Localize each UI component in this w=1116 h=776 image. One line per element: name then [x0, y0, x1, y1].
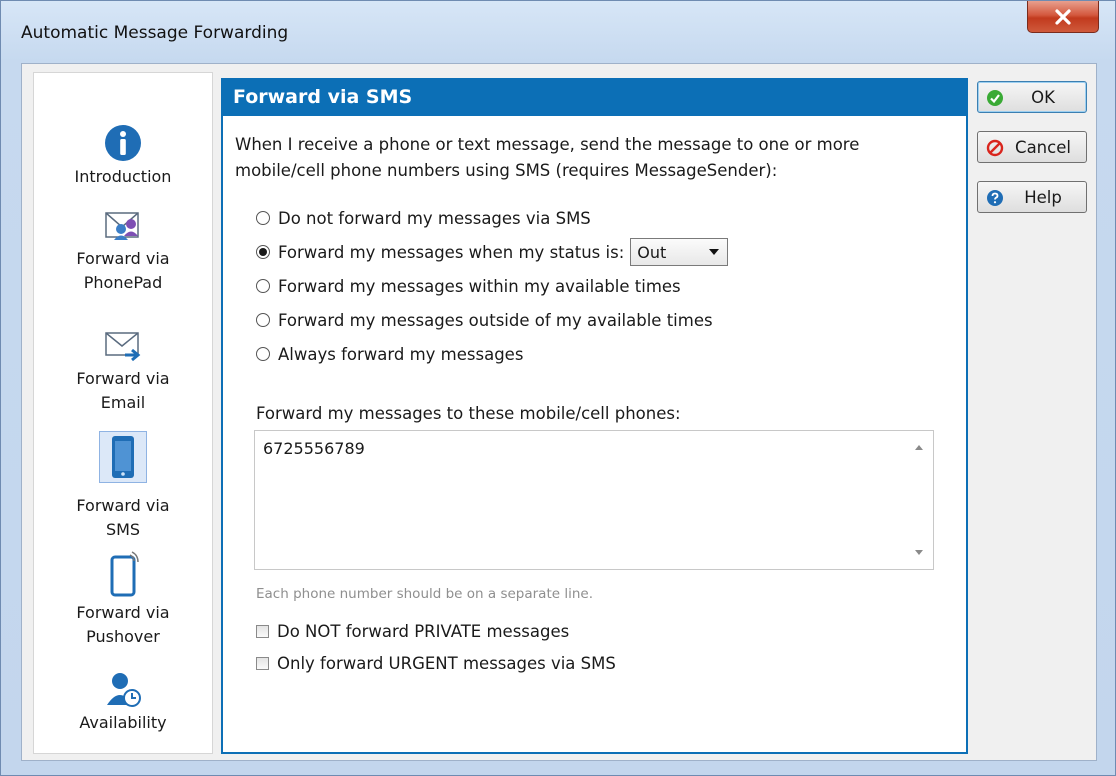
sidebar-item-label: Email — [100, 393, 146, 412]
radio-always-forward[interactable]: Always forward my messages — [256, 340, 523, 368]
radio-within-available[interactable]: Forward my messages within my available … — [256, 272, 681, 300]
sms-settings-panel: Forward via SMS When I receive a phone o… — [221, 78, 968, 754]
sidebar-item-label: PhonePad — [83, 273, 163, 292]
sidebar-item-label: Forward via — [76, 603, 170, 622]
chevron-down-icon — [709, 249, 720, 255]
intro-line: When I receive a phone or text message, … — [235, 135, 860, 154]
intro-line: mobile/cell phone numbers using SMS (req… — [235, 161, 778, 180]
panel-title: Forward via SMS — [221, 78, 968, 116]
sidebar-item-label: Availability — [79, 713, 167, 732]
radio-label: Forward my messages within my available … — [278, 276, 681, 296]
sidebar-item-availability[interactable]: Availability — [34, 669, 212, 735]
radio-button[interactable] — [256, 211, 270, 225]
radio-button[interactable] — [256, 313, 270, 327]
close-button[interactable] — [1027, 1, 1099, 33]
phonepad-icon — [105, 212, 139, 240]
scroll-up-icon[interactable] — [915, 445, 923, 450]
radio-outside-available[interactable]: Forward my messages outside of my availa… — [256, 306, 713, 334]
radio-button-checked[interactable] — [256, 245, 270, 259]
radio-label: Forward my messages when my status is: — [278, 242, 625, 262]
sidebar-item-phonepad[interactable]: Forward via PhonePad — [34, 209, 212, 295]
availability-icon — [107, 673, 141, 707]
phones-textarea[interactable]: 6725556789 — [254, 430, 934, 570]
dialog-client-area: Introduction Forward via PhonePad Forwar… — [21, 63, 1097, 761]
ok-label: OK — [1031, 87, 1055, 107]
close-icon — [1055, 8, 1071, 25]
selected-item-highlight — [99, 431, 147, 483]
sidebar-item-pushover[interactable]: Forward via Pushover — [34, 551, 212, 649]
sidebar-item-label: SMS — [105, 520, 141, 539]
sidebar-item-email[interactable]: Forward via Email — [34, 329, 212, 415]
phones-hint: Each phone number should be on a separat… — [256, 586, 593, 602]
sidebar: Introduction Forward via PhonePad Forwar… — [33, 72, 213, 754]
checkbox-label: Do NOT forward PRIVATE messages — [277, 621, 570, 641]
dialog-window: Automatic Message Forwarding Introductio… — [0, 0, 1116, 776]
cancel-button[interactable]: Cancel — [977, 131, 1087, 163]
email-icon — [105, 332, 141, 362]
mobile-phone-icon — [112, 436, 134, 478]
sidebar-item-label: Forward via — [76, 496, 170, 515]
checkbox-label: Only forward URGENT messages via SMS — [277, 653, 616, 673]
scroll-down-icon[interactable] — [915, 550, 923, 555]
phones-value: 6725556789 — [263, 439, 365, 458]
info-icon — [105, 125, 141, 161]
status-select-value: Out — [637, 242, 667, 262]
radio-label: Do not forward my messages via SMS — [278, 208, 591, 228]
radio-button[interactable] — [256, 347, 270, 361]
checkbox-no-private[interactable]: Do NOT forward PRIVATE messages — [256, 618, 569, 644]
help-button[interactable]: Help — [977, 181, 1087, 213]
radio-button[interactable] — [256, 279, 270, 293]
radio-label: Forward my messages outside of my availa… — [278, 310, 713, 330]
checkbox-only-urgent[interactable]: Only forward URGENT messages via SMS — [256, 650, 616, 676]
radio-forward-when-status[interactable]: Forward my messages when my status is: O… — [256, 238, 729, 266]
phones-label: Forward my messages to these mobile/cell… — [256, 404, 681, 423]
sidebar-item-introduction[interactable]: Introduction — [34, 123, 212, 189]
ok-button[interactable]: OK — [977, 81, 1087, 113]
title-bar: Automatic Message Forwarding — [1, 1, 1115, 63]
sidebar-item-label: Introduction — [74, 167, 172, 186]
pushover-icon — [110, 551, 139, 597]
status-select[interactable]: Out — [630, 238, 729, 266]
sidebar-item-label: Forward via — [76, 369, 170, 388]
help-label: Help — [1024, 187, 1062, 207]
checkbox[interactable] — [256, 624, 269, 638]
checkbox[interactable] — [256, 656, 269, 670]
radio-do-not-forward[interactable]: Do not forward my messages via SMS — [256, 204, 591, 232]
sidebar-item-label: Pushover — [86, 627, 160, 646]
intro-text: When I receive a phone or text message, … — [235, 132, 935, 184]
radio-label: Always forward my messages — [278, 344, 524, 364]
window-title: Automatic Message Forwarding — [21, 23, 289, 43]
sidebar-item-sms[interactable]: Forward via SMS — [34, 431, 212, 542]
cancel-label: Cancel — [1015, 137, 1071, 157]
sidebar-item-label: Forward via — [76, 249, 170, 268]
